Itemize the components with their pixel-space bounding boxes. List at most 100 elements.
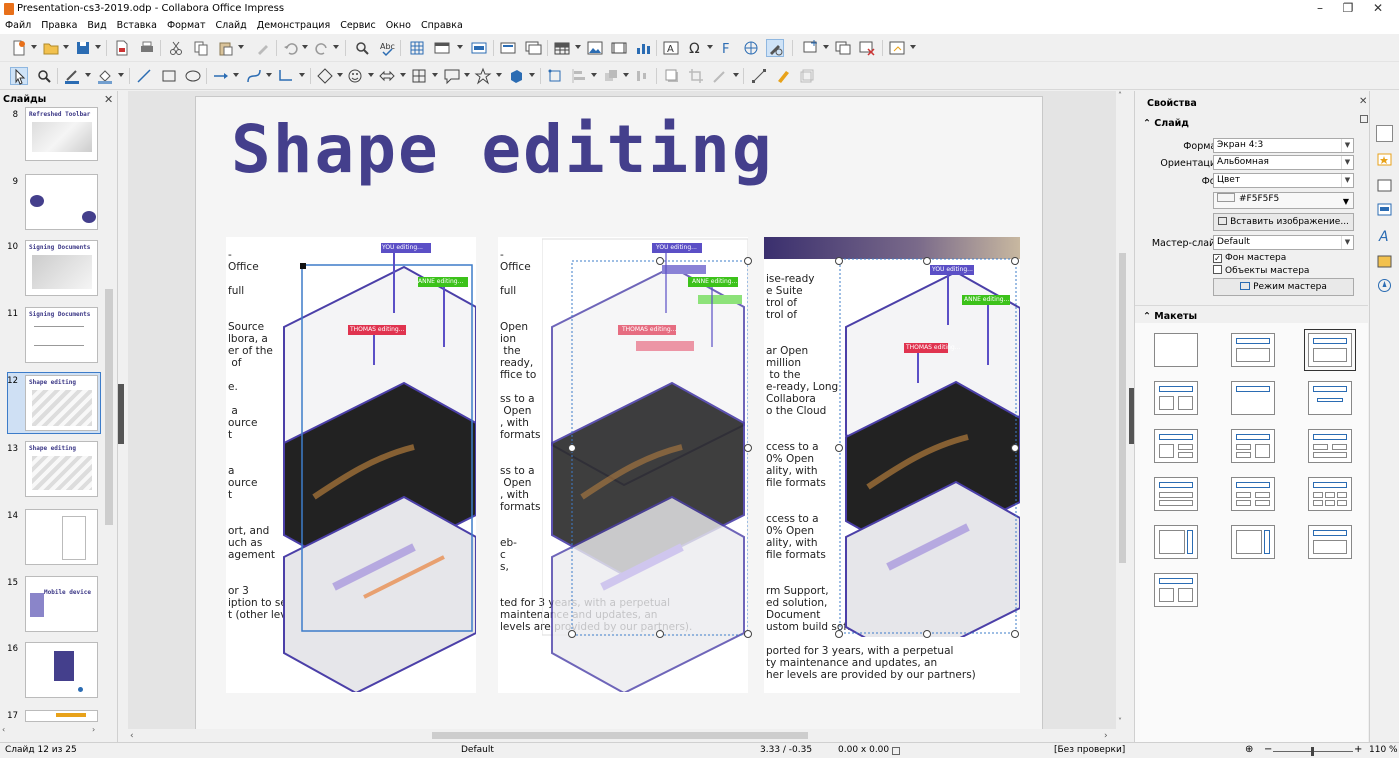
menu-slide[interactable]: Слайд xyxy=(210,18,251,33)
chevron-down-icon[interactable] xyxy=(496,73,502,77)
layout-title-vertical-text[interactable] xyxy=(1308,525,1352,559)
screenshot-stack-2[interactable] xyxy=(542,237,748,692)
selection-handle[interactable] xyxy=(835,444,843,452)
glue-points-icon[interactable] xyxy=(774,67,792,85)
slide-thumbnail-current[interactable]: Shape editing xyxy=(25,375,98,431)
table-icon[interactable] xyxy=(553,39,571,57)
slide-column-2[interactable]: - Office full Open ion the ready, ffice … xyxy=(498,237,748,693)
chevron-down-icon[interactable] xyxy=(733,73,739,77)
paste-icon[interactable] xyxy=(217,39,235,57)
layout-title-two-content[interactable] xyxy=(1154,381,1198,415)
line-icon[interactable] xyxy=(135,67,153,85)
close-window-button[interactable]: ✕ xyxy=(1364,0,1392,18)
navigator-deck-icon[interactable] xyxy=(1376,277,1393,294)
image-icon[interactable] xyxy=(586,39,604,57)
menu-tools[interactable]: Сервис xyxy=(335,18,381,33)
layout-vertical-title-chart[interactable] xyxy=(1231,525,1275,559)
fit-slide-icon[interactable]: ⊕ xyxy=(1245,744,1253,755)
chevron-down-icon[interactable] xyxy=(302,45,308,49)
vertical-scrollbar[interactable]: ˄ ˅ xyxy=(1116,91,1129,742)
chevron-down-icon[interactable] xyxy=(432,73,438,77)
master-slide-icon[interactable] xyxy=(470,39,488,57)
rectangle-icon[interactable] xyxy=(160,67,178,85)
points-edit-icon[interactable] xyxy=(750,67,768,85)
display-views-icon[interactable] xyxy=(433,39,451,57)
slide-heading[interactable]: Shape editing xyxy=(231,111,774,188)
undo-icon[interactable] xyxy=(282,39,300,57)
selection-handle[interactable] xyxy=(656,257,664,265)
layout-content-over-content[interactable] xyxy=(1154,477,1198,511)
zoom-in-icon[interactable]: + xyxy=(1354,744,1362,755)
layout-title-only[interactable] xyxy=(1231,333,1275,367)
chevron-down-icon[interactable] xyxy=(118,73,124,77)
new-document-icon[interactable] xyxy=(10,39,28,57)
slide-thumbnail[interactable]: Signing Documents xyxy=(25,307,98,363)
menu-view[interactable]: Вид xyxy=(82,18,111,33)
scroll-thumb[interactable] xyxy=(432,732,808,739)
chevron-down-icon[interactable]: ˅ xyxy=(1118,717,1122,726)
slide-thumbnail[interactable] xyxy=(25,642,98,698)
menu-insert[interactable]: Вставка xyxy=(112,18,162,33)
selection-handle[interactable] xyxy=(656,630,664,638)
chevron-down-icon[interactable] xyxy=(464,73,470,77)
slide-thumbnail[interactable] xyxy=(25,174,98,230)
section-slide[interactable]: ⌃ Слайд xyxy=(1143,118,1189,129)
master-slide-select[interactable]: Default ▼ xyxy=(1213,235,1354,250)
gallery-deck-icon[interactable] xyxy=(1376,253,1393,270)
chevron-down-icon[interactable] xyxy=(233,73,239,77)
slide-transition-deck-icon[interactable] xyxy=(1376,151,1393,168)
connector-icon[interactable] xyxy=(277,67,295,85)
special-character-icon[interactable]: Ω xyxy=(686,39,704,57)
chevron-down-icon[interactable] xyxy=(457,45,463,49)
chevron-down-icon[interactable] xyxy=(63,45,69,49)
hyperlink-icon[interactable] xyxy=(742,39,760,57)
slides-scrollbar[interactable] xyxy=(104,109,114,725)
block-arrows-icon[interactable] xyxy=(378,67,396,85)
selection-handle[interactable] xyxy=(1011,444,1019,452)
slide-thumbnail[interactable]: Signing Documents xyxy=(25,240,98,296)
chevron-down-icon[interactable] xyxy=(910,45,916,49)
save-icon[interactable] xyxy=(74,39,92,57)
chevron-down-icon[interactable] xyxy=(337,73,343,77)
section-layouts[interactable]: ⌃ Макеты xyxy=(1143,311,1197,322)
status-zoom-level[interactable]: 110 % xyxy=(1369,745,1398,755)
layout-content-two[interactable] xyxy=(1154,429,1198,463)
layout-four-content[interactable] xyxy=(1231,477,1275,511)
slide-thumbnail[interactable] xyxy=(25,710,98,722)
chevron-down-icon[interactable] xyxy=(31,45,37,49)
selection-handle[interactable] xyxy=(568,444,576,452)
chevron-down-icon[interactable] xyxy=(823,45,829,49)
chevron-down-icon[interactable] xyxy=(95,45,101,49)
chevron-down-icon[interactable] xyxy=(591,73,597,77)
layout-title-vertical-two[interactable] xyxy=(1154,573,1198,607)
select-pointer-icon[interactable] xyxy=(10,67,28,85)
selection-handle[interactable] xyxy=(923,630,931,638)
more-options-icon[interactable] xyxy=(1360,115,1368,123)
arrow-line-icon[interactable] xyxy=(212,67,230,85)
selection-handle[interactable] xyxy=(744,630,752,638)
chevron-down-icon[interactable] xyxy=(707,45,713,49)
slide-transition-icon[interactable] xyxy=(834,39,852,57)
insert-comment-icon[interactable] xyxy=(802,39,820,57)
show-draw-functions-icon[interactable] xyxy=(766,39,784,57)
layout-title-only-top[interactable] xyxy=(1231,381,1275,415)
scroll-thumb[interactable] xyxy=(1119,253,1126,563)
redo-icon[interactable] xyxy=(313,39,331,57)
text-box-icon[interactable]: A xyxy=(662,39,680,57)
arrange-icon[interactable] xyxy=(602,67,620,85)
flowchart-icon[interactable] xyxy=(410,67,428,85)
chevron-down-icon[interactable] xyxy=(529,73,535,77)
slide-thumbnail[interactable]: Shape editing xyxy=(25,441,98,497)
layout-centered-text[interactable] xyxy=(1308,381,1352,415)
maximize-button[interactable]: ❐ xyxy=(1334,0,1362,18)
chevron-down-icon[interactable] xyxy=(400,73,406,77)
chevron-down-icon[interactable] xyxy=(299,73,305,77)
selection-handle[interactable] xyxy=(744,257,752,265)
menu-format[interactable]: Формат xyxy=(162,18,211,33)
selection-handle[interactable] xyxy=(923,257,931,265)
slide-column-1[interactable]: - Office full Source lbora, a er of the … xyxy=(226,237,476,693)
grid-icon[interactable] xyxy=(408,39,426,57)
selection-handle[interactable] xyxy=(835,257,843,265)
3d-objects-icon[interactable] xyxy=(507,67,525,85)
find-replace-icon[interactable] xyxy=(353,39,371,57)
